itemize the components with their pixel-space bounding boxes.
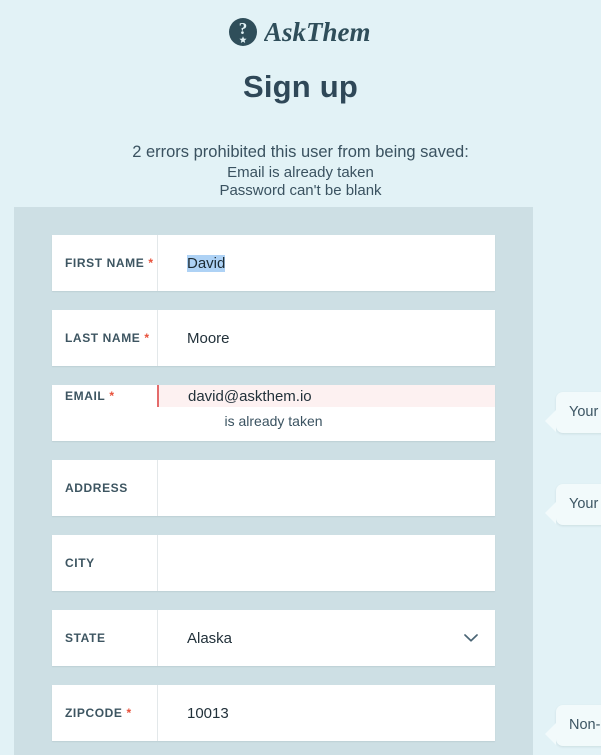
brand-wordmark: AskThem: [262, 16, 374, 53]
required-asterisk: *: [109, 389, 115, 403]
field-city[interactable]: CITY: [52, 535, 495, 591]
label-text: CITY: [65, 556, 95, 570]
error-item: Password can't be blank: [219, 182, 382, 200]
first-name-input[interactable]: David: [157, 235, 495, 291]
required-asterisk: *: [126, 706, 132, 720]
label-text: FIRST NAME: [65, 256, 145, 270]
svg-text:AskThem: AskThem: [264, 17, 371, 47]
email-tip-bubble: Your e remai: [545, 392, 601, 434]
field-first-name[interactable]: FIRST NAME * David: [52, 235, 495, 291]
city-input[interactable]: [157, 535, 495, 591]
page-title: Sign up: [242, 69, 359, 104]
label-text: LAST NAME: [65, 331, 141, 345]
field-label-zipcode: ZIPCODE *: [52, 685, 157, 741]
label-text: ZIPCODE: [65, 706, 123, 720]
label-text: STATE: [65, 631, 106, 645]
field-label-address: ADDRESS: [52, 460, 157, 516]
email-error-message: is already taken: [52, 407, 495, 441]
field-email[interactable]: EMAIL * david@askthem.io is already take…: [52, 385, 495, 441]
label-text: ADDRESS: [65, 481, 128, 495]
state-select[interactable]: Alaska: [157, 610, 495, 666]
error-summary-heading: 2 errors prohibited this user from being…: [132, 143, 469, 161]
error-summary: 2 errors prohibited this user from being…: [0, 143, 601, 200]
field-state[interactable]: STATE Alaska: [52, 610, 495, 666]
signup-form: FIRST NAME * David LAST NAME * Moore EMA…: [14, 207, 533, 755]
question-mark-star-badge-icon: ?: [228, 17, 258, 52]
field-label-last-name: LAST NAME *: [52, 310, 157, 366]
field-label-city: CITY: [52, 535, 157, 591]
state-value: Alaska: [187, 629, 233, 647]
field-label-state: STATE: [52, 610, 157, 666]
chevron-down-icon[interactable]: [464, 634, 478, 643]
label-text: EMAIL: [65, 389, 106, 403]
required-asterisk: *: [148, 256, 154, 270]
required-asterisk: *: [144, 331, 150, 345]
field-address[interactable]: ADDRESS: [52, 460, 495, 516]
field-zipcode[interactable]: ZIPCODE * 10013: [52, 685, 495, 741]
email-input[interactable]: david@askthem.io: [157, 385, 495, 407]
email-value: david@askthem.io: [188, 387, 312, 405]
address-input[interactable]: [157, 460, 495, 516]
svg-text:?: ?: [238, 19, 247, 38]
zipcode-input[interactable]: 10013: [157, 685, 495, 741]
last-name-value: Moore: [187, 329, 230, 347]
zipcode-value: 10013: [187, 704, 229, 722]
site-logo[interactable]: ? AskThem: [0, 0, 601, 53]
first-name-value: David: [187, 254, 226, 272]
error-summary-list: Email is already taken Password can't be…: [0, 164, 601, 199]
last-name-input[interactable]: Moore: [157, 310, 495, 366]
zipcode-tip-bubble: Non-U pleas: [545, 705, 601, 747]
field-label-first-name: FIRST NAME *: [52, 235, 157, 291]
address-tip-bubble: Your a remai well!: [545, 484, 601, 526]
error-item: Email is already taken: [227, 164, 374, 182]
field-label-email: EMAIL *: [52, 385, 157, 407]
field-last-name[interactable]: LAST NAME * Moore: [52, 310, 495, 366]
